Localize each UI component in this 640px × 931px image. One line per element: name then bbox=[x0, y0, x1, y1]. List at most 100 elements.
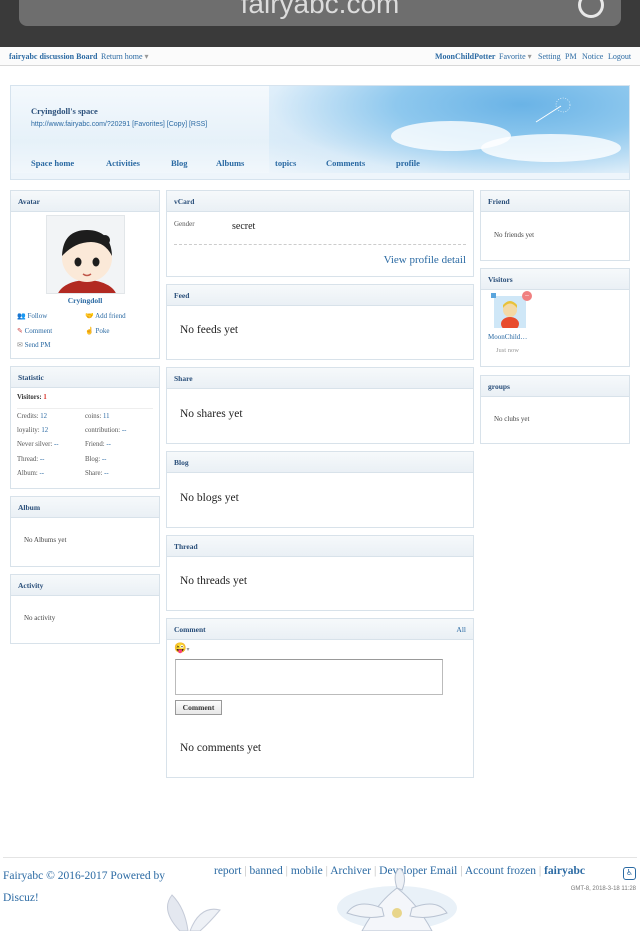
thread-empty: No threads yet bbox=[180, 575, 248, 587]
poke-icon: ☝ bbox=[85, 327, 94, 335]
avatar-header: Avatar bbox=[11, 191, 159, 212]
stat-thread: Thread: -- bbox=[17, 456, 44, 463]
space-banner: Cryingdoll's space http://www.fairyabc.c… bbox=[10, 85, 630, 180]
comment-all-link[interactable]: All bbox=[456, 625, 466, 634]
separator: | bbox=[244, 865, 247, 877]
stat-label: Blog: bbox=[85, 456, 101, 463]
report-link[interactable]: report bbox=[214, 865, 241, 877]
comment-textarea[interactable] bbox=[175, 659, 443, 695]
album-panel: Album No Albums yet bbox=[10, 496, 160, 567]
flower-decoration-icon bbox=[167, 894, 221, 931]
stat-value: -- bbox=[121, 427, 127, 434]
statistic-header: Statistic bbox=[11, 367, 159, 388]
friend-empty: No friends yet bbox=[494, 231, 535, 239]
stat-friend: Friend: -- bbox=[85, 441, 111, 448]
avatar-name[interactable]: Cryingdoll bbox=[11, 296, 159, 305]
follow-label[interactable]: Follow bbox=[27, 312, 47, 320]
follow-action[interactable]: 👥 Follow bbox=[17, 312, 47, 320]
send-pm-action[interactable]: ✉ Send PM bbox=[17, 341, 51, 349]
visitor-time: Just now bbox=[496, 347, 519, 354]
remove-icon[interactable]: − bbox=[522, 291, 532, 301]
tab-topics[interactable]: topics bbox=[275, 158, 296, 168]
stat-coins: coins: 11 bbox=[85, 413, 110, 420]
thread-header: Thread bbox=[167, 536, 473, 557]
mobile-link[interactable]: mobile bbox=[291, 865, 323, 877]
share-header: Share bbox=[167, 368, 473, 389]
comment-action[interactable]: ✎ Comment bbox=[17, 327, 52, 335]
discuz-link[interactable]: Discuz! bbox=[3, 892, 39, 904]
nav-strip bbox=[11, 173, 629, 179]
tab-profile[interactable]: profile bbox=[396, 158, 420, 168]
friend-header: Friend bbox=[481, 191, 629, 212]
stat-label: contribution: bbox=[85, 427, 121, 434]
groups-panel: groups No clubs yet bbox=[480, 375, 630, 444]
stat-label: Friend: bbox=[85, 441, 105, 448]
fairyabc-brand-link[interactable]: fairyabc bbox=[544, 865, 585, 877]
activity-panel: Activity No activity bbox=[10, 574, 160, 644]
stat-value: 12 bbox=[40, 413, 48, 420]
add-friend-action[interactable]: 🤝 Add friend bbox=[85, 312, 126, 320]
tab-blog[interactable]: Blog bbox=[171, 158, 188, 168]
flower-decoration-icon bbox=[337, 868, 457, 931]
vcard-panel: vCard Gender secret View profile detail bbox=[166, 190, 474, 277]
space-url-line[interactable]: http://www.fairyabc.com/?20291 [Favorite… bbox=[31, 121, 207, 128]
copyright-text: Fairyabc © 2016-2017 Powered by bbox=[3, 870, 166, 882]
visitor-avatar[interactable] bbox=[494, 296, 526, 328]
separator: | bbox=[285, 865, 288, 877]
separator: | bbox=[538, 865, 542, 877]
visitors-label: Visitors: bbox=[17, 394, 42, 401]
stat-label: Thread: bbox=[17, 456, 39, 463]
stat-album: Album: -- bbox=[17, 470, 44, 477]
tab-comments[interactable]: Comments bbox=[326, 158, 365, 168]
poke-label[interactable]: Poke bbox=[95, 327, 109, 335]
address-bar-url[interactable]: fairyabc.com bbox=[0, 0, 640, 20]
site-link[interactable]: fairyabc discussion Board bbox=[9, 52, 97, 61]
activity-empty: No activity bbox=[24, 614, 56, 622]
online-indicator-icon bbox=[491, 293, 496, 298]
handshake-icon: 🤝 bbox=[85, 312, 94, 320]
album-header: Album bbox=[11, 497, 159, 518]
comment-submit-button[interactable]: Comment bbox=[175, 700, 222, 715]
send-pm-label[interactable]: Send PM bbox=[25, 341, 51, 349]
comment-label[interactable]: Comment bbox=[25, 327, 53, 335]
visitors-header: Visitors bbox=[481, 269, 629, 290]
stat-label: coins: bbox=[85, 413, 102, 420]
feed-header: Feed bbox=[167, 285, 473, 306]
divider bbox=[174, 244, 466, 245]
stat-label: loyality: bbox=[17, 427, 40, 434]
username-link[interactable]: MoonChildPotter bbox=[435, 52, 495, 61]
feed-panel: Feed No feeds yet bbox=[166, 284, 474, 360]
stat-value: 11 bbox=[102, 413, 110, 420]
poke-action[interactable]: ☝ Poke bbox=[85, 327, 109, 335]
avatar[interactable] bbox=[46, 215, 125, 294]
comment-panel: Comment All 😜▾ Comment No comments yet bbox=[166, 618, 474, 778]
follow-icon: 👥 bbox=[17, 312, 26, 320]
favorite-link[interactable]: Favorite ▾ bbox=[499, 52, 532, 61]
album-empty: No Albums yet bbox=[24, 536, 67, 544]
blog-header: Blog bbox=[167, 452, 473, 473]
stat-never-silver: Never silver: -- bbox=[17, 441, 59, 448]
add-friend-label[interactable]: Add friend bbox=[95, 312, 126, 320]
setting-link[interactable]: Setting bbox=[538, 52, 561, 61]
view-profile-detail-link[interactable]: View profile detail bbox=[384, 254, 466, 266]
tab-albums[interactable]: Albums bbox=[216, 158, 244, 168]
smiley-picker[interactable]: 😜▾ bbox=[174, 643, 189, 654]
groups-header: groups bbox=[481, 376, 629, 397]
chevron-down-icon: ▾ bbox=[186, 647, 190, 653]
gender-value: secret bbox=[232, 221, 256, 232]
tab-space-home[interactable]: Space home bbox=[31, 158, 74, 168]
stat-share: Share: -- bbox=[85, 470, 109, 477]
account-frozen-link[interactable]: Account frozen bbox=[465, 865, 536, 877]
banned-link[interactable]: banned bbox=[250, 865, 283, 877]
tab-activities[interactable]: Activities bbox=[106, 158, 140, 168]
return-home-label: Return home bbox=[101, 52, 143, 61]
visitor-name[interactable]: MoonChild… bbox=[488, 333, 527, 341]
notice-link[interactable]: Notice bbox=[582, 52, 603, 61]
comments-empty: No comments yet bbox=[180, 742, 262, 754]
return-home-link[interactable]: Return home ▾ bbox=[101, 52, 149, 61]
logout-link[interactable]: Logout bbox=[608, 52, 631, 61]
pm-link[interactable]: PM bbox=[565, 52, 577, 61]
share-panel: Share No shares yet bbox=[166, 367, 474, 444]
stat-value: 12 bbox=[41, 427, 49, 434]
accessibility-icon[interactable]: ♿ bbox=[623, 867, 636, 880]
